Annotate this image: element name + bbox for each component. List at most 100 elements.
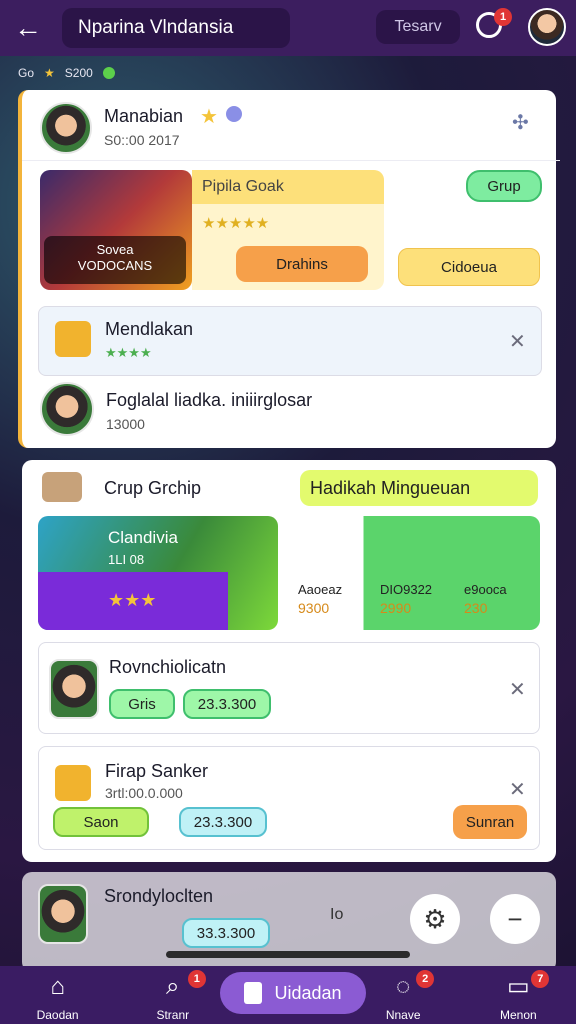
promo-overlay-line1: Sovea bbox=[96, 242, 134, 257]
nav-search[interactable]: ⌕ 1 Stranr bbox=[128, 966, 218, 1024]
divider bbox=[22, 160, 560, 161]
hero-title: Clandivia bbox=[108, 528, 178, 547]
drahins-label: Drahins bbox=[276, 255, 328, 273]
promo-stars-icon: ★★★★★ bbox=[202, 215, 270, 232]
document-icon bbox=[244, 982, 263, 1004]
hero-sub: 1LI 08 bbox=[108, 552, 145, 567]
promo-title: Pipila Goak bbox=[202, 178, 284, 195]
row1-btn-b-label: 23.3.300 bbox=[197, 695, 257, 713]
nav-messages[interactable]: ◌ 2 Nnave bbox=[358, 966, 448, 1024]
mascot-button[interactable]: ⚙ bbox=[410, 894, 460, 944]
rewards-panel: Aaoeaz 9300 DIO9322 2990 e9ooca 230 bbox=[288, 516, 540, 630]
nav-badge: 1 bbox=[187, 970, 206, 988]
online-indicator-icon bbox=[102, 67, 115, 79]
status-right: S200 bbox=[64, 66, 93, 80]
row2-btn-c[interactable]: Sunran bbox=[453, 805, 527, 839]
reward-b-name: DIO9322 bbox=[380, 582, 433, 597]
grup-label: Grup bbox=[487, 177, 521, 195]
card3-btn-label: 33.3.300 bbox=[196, 924, 256, 942]
nav-center-button[interactable]: Uidadan bbox=[220, 972, 366, 1014]
close-icon[interactable]: ✕ bbox=[509, 777, 526, 802]
row2-btn-b-label: 23.3.300 bbox=[193, 813, 253, 831]
star-icon: ★ bbox=[44, 66, 55, 80]
nav-badge: 2 bbox=[416, 970, 435, 988]
user-timestamp: S0::00 2017 bbox=[104, 132, 180, 148]
back-arrow-icon[interactable]: ← bbox=[10, 10, 46, 46]
search-icon: ⌕ bbox=[166, 973, 180, 1000]
friend-sub: 13000 bbox=[106, 416, 145, 432]
list-item[interactable]: Rovnchiolicatn Gris 23.3.300 ✕ bbox=[38, 642, 540, 734]
profile-avatar[interactable] bbox=[528, 8, 566, 46]
top-bar: ← Nparina Vlndansia Tesarv 1 bbox=[0, 0, 576, 56]
gift-box-icon bbox=[55, 765, 91, 801]
card3-title[interactable]: Srondyloclten bbox=[104, 886, 213, 907]
share-icon[interactable]: ✣ bbox=[512, 110, 529, 135]
row2-btn-b[interactable]: 23.3.300 bbox=[179, 807, 267, 837]
row2-sub: 3rtl:00.0.000 bbox=[105, 785, 183, 801]
item-avatar bbox=[38, 884, 88, 944]
cidoeua-label: Cidoeua bbox=[441, 258, 497, 276]
promo-detail: Pipila Goak ★★★★★ Drahins bbox=[192, 170, 384, 290]
reward-item-title: Mendlakan bbox=[105, 319, 194, 339]
reward-a-name: Aaoeaz bbox=[298, 582, 343, 597]
feed-card-1: Manabian ★ S0::00 2017 ✣ Sovea VODOCANS … bbox=[18, 90, 560, 448]
promo-image[interactable]: Sovea VODOCANS bbox=[40, 170, 192, 290]
nav-label: Menon bbox=[499, 1008, 537, 1022]
minus-button[interactable]: − bbox=[490, 894, 540, 944]
card3-btn[interactable]: 33.3.300 bbox=[182, 918, 270, 948]
reward-c-name: e9ooca bbox=[464, 582, 507, 597]
nav-label: Stranr bbox=[156, 1008, 190, 1022]
feed-card-2: Crup Grchip Hadikah Mingueuan Clandivia … bbox=[22, 460, 556, 862]
item-avatar bbox=[49, 659, 99, 719]
verified-icon bbox=[226, 106, 242, 122]
group-reward-button[interactable]: Hadikah Mingueuan bbox=[300, 470, 538, 506]
home-indicator bbox=[166, 951, 410, 958]
reward-item-sub: ★★★★ bbox=[105, 345, 152, 360]
row1-title: Rovnchiolicatn bbox=[109, 657, 227, 677]
hero-stars-icon: ★★★ bbox=[108, 590, 157, 610]
cidoeua-button[interactable]: Cidoeua bbox=[398, 248, 540, 286]
gift-box-icon bbox=[55, 321, 91, 357]
group-icon bbox=[42, 472, 82, 502]
row1-btn-a-label: Gris bbox=[128, 695, 156, 713]
close-icon[interactable]: ✕ bbox=[509, 677, 526, 702]
tab-button[interactable]: Tesarv bbox=[376, 10, 460, 44]
page-title: Nparina Vlndansia bbox=[78, 17, 234, 38]
row1-btn-a[interactable]: Gris bbox=[109, 689, 175, 719]
group-title[interactable]: Crup Grchip bbox=[104, 478, 201, 499]
drahins-button[interactable]: Drahins bbox=[236, 246, 368, 282]
home-icon: ⌂ bbox=[50, 973, 65, 1000]
reward-a-value: 9300 bbox=[298, 600, 330, 616]
user-name[interactable]: Manabian bbox=[104, 106, 183, 127]
status-left: Go bbox=[18, 66, 35, 80]
nav-label: Daodan bbox=[36, 1008, 79, 1022]
chat-icon: ◌ bbox=[396, 973, 411, 1000]
fab-value-label: Io bbox=[330, 906, 344, 923]
row2-title: Firap Sanker bbox=[105, 761, 209, 781]
row2-btn-a-label: Saon bbox=[83, 813, 119, 831]
grup-button[interactable]: Grup bbox=[466, 170, 542, 202]
hero-banner[interactable]: Clandivia 1LI 08 ★★★ bbox=[38, 516, 278, 630]
row1-btn-b[interactable]: 23.3.300 bbox=[183, 689, 271, 719]
nav-home[interactable]: ⌂ Daodan bbox=[13, 966, 103, 1024]
tab-label: Tesarv bbox=[394, 18, 442, 35]
title-pill[interactable]: Nparina Vlndansia bbox=[62, 8, 290, 48]
inbox-icon: ▭ bbox=[507, 973, 530, 1000]
status-row: Go ★ S200 bbox=[18, 66, 115, 80]
friend-avatar[interactable] bbox=[40, 382, 94, 436]
nav-badge: 7 bbox=[531, 970, 550, 988]
friend-title[interactable]: Foglalal liadka. iniiirglosar bbox=[106, 390, 312, 411]
nav-label: Nnave bbox=[385, 1008, 421, 1022]
list-item[interactable]: Firap Sanker 3rtl:00.0.000 Saon 23.3.300… bbox=[38, 746, 540, 850]
group-reward-label: Hadikah Mingueuan bbox=[310, 477, 471, 498]
promo-overlay-line2: VODOCANS bbox=[77, 258, 153, 273]
user-avatar[interactable] bbox=[40, 102, 92, 154]
reward-c-value: 230 bbox=[464, 600, 488, 616]
reward-item-row[interactable]: Mendlakan ★★★★ ✕ bbox=[38, 306, 542, 376]
row2-btn-a[interactable]: Saon bbox=[53, 807, 149, 837]
nav-menu[interactable]: ▭ 7 Menon bbox=[473, 966, 563, 1024]
notifications-icon[interactable]: 1 bbox=[476, 8, 512, 42]
gold-star-icon: ★ bbox=[200, 106, 218, 128]
close-icon[interactable]: ✕ bbox=[509, 329, 526, 354]
notification-badge: 1 bbox=[494, 8, 512, 26]
